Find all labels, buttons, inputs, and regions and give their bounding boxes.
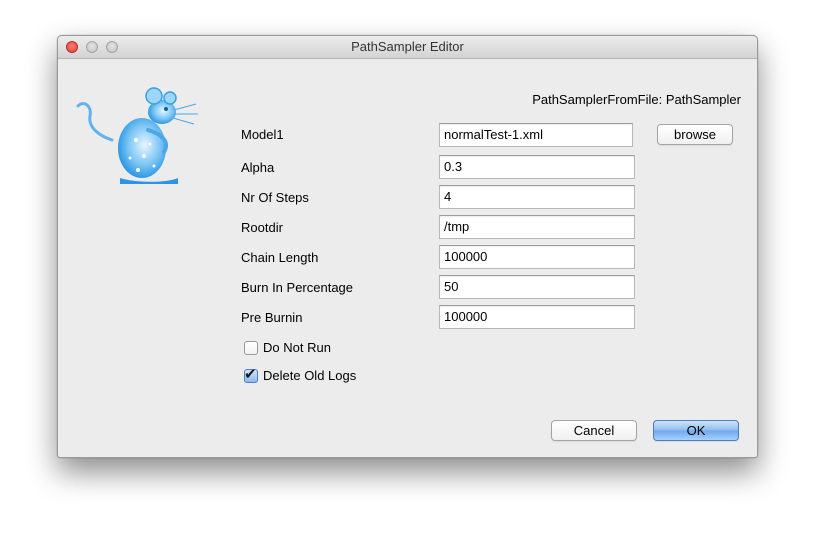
- pre-burnin-label: Pre Burnin: [241, 310, 303, 325]
- chain-length-label: Chain Length: [241, 250, 319, 265]
- pathsampler-editor-window: PathSampler Editor PathSamplerFromFile: …: [57, 35, 758, 458]
- ok-button[interactable]: OK: [653, 420, 739, 441]
- burn-in-percentage-input[interactable]: 50: [439, 275, 635, 299]
- title-bar[interactable]: PathSampler Editor: [58, 36, 757, 59]
- delete-old-logs-checkbox[interactable]: ✔: [244, 366, 258, 383]
- pre-burnin-input[interactable]: 100000: [439, 305, 635, 329]
- chain-length-input[interactable]: 100000: [439, 245, 635, 269]
- editor-header-label: PathSamplerFromFile: PathSampler: [532, 92, 741, 107]
- model1-input[interactable]: normalTest-1.xml: [439, 123, 633, 147]
- browse-button[interactable]: browse: [657, 124, 733, 145]
- rootdir-input[interactable]: /tmp: [439, 215, 635, 239]
- do-not-run-label[interactable]: Do Not Run: [263, 340, 331, 355]
- model1-label: Model1: [241, 127, 284, 142]
- beast-mouse-logo-icon: [76, 87, 198, 184]
- rootdir-label: Rootdir: [241, 220, 283, 235]
- alpha-label: Alpha: [241, 160, 275, 175]
- cancel-button[interactable]: Cancel: [551, 420, 637, 441]
- burn-in-percentage-label: Burn In Percentage: [241, 280, 354, 295]
- window-title: PathSampler Editor: [351, 39, 464, 54]
- checkmark-icon: ✔: [244, 366, 257, 383]
- nr-of-steps-input[interactable]: 4: [439, 185, 635, 209]
- nr-of-steps-label: Nr Of Steps: [241, 190, 309, 205]
- delete-old-logs-label[interactable]: Delete Old Logs: [263, 368, 356, 383]
- alpha-input[interactable]: 0.3: [439, 155, 635, 179]
- do-not-run-checkbox[interactable]: [244, 341, 258, 355]
